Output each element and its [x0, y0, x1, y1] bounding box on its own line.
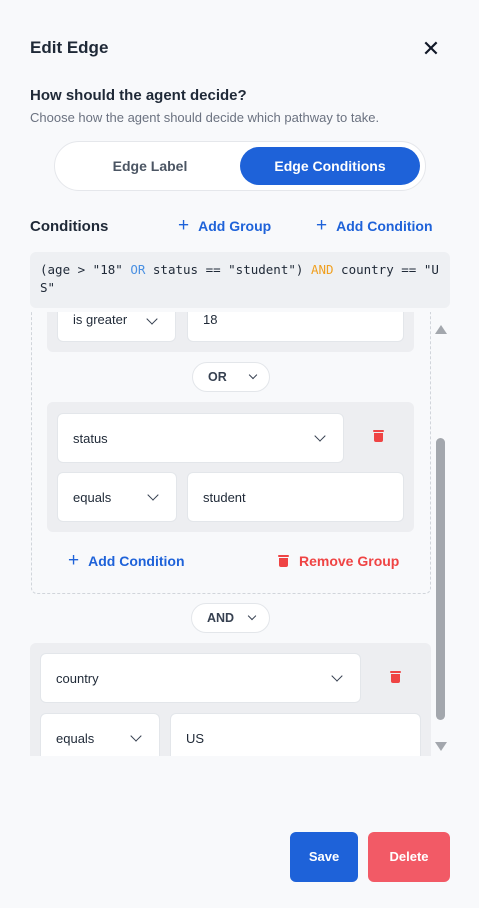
scroll-down-arrow-icon[interactable] [435, 742, 447, 751]
operator-value: is greater [73, 312, 128, 327]
conditions-title: Conditions [30, 218, 109, 235]
dialog-title: Edit Edge [30, 38, 109, 57]
value-input[interactable]: US [170, 713, 421, 756]
chevron-down-icon [147, 489, 159, 501]
question-subtitle: Choose how the agent should decide which… [30, 110, 380, 125]
value-text: 18 [203, 312, 218, 327]
trash-icon[interactable] [373, 430, 384, 442]
operator-value: equals [73, 489, 112, 505]
tab-edge-conditions[interactable]: Edge Conditions [240, 147, 420, 185]
operator-select[interactable]: equals [57, 472, 177, 522]
expr-part: (age > "18" [40, 262, 131, 277]
plus-icon: + [316, 215, 328, 236]
add-group-button[interactable]: + Add Group [178, 215, 272, 236]
plus-icon: + [178, 215, 190, 236]
remove-group-label: Remove Group [299, 553, 400, 569]
add-group-label: Add Group [198, 218, 272, 234]
save-button[interactable]: Save [290, 832, 358, 882]
expr-part: status == "student") [145, 262, 311, 277]
remove-group-button[interactable]: Remove Group [278, 553, 399, 569]
trash-icon [278, 555, 289, 567]
add-condition-label: Add Condition [88, 553, 185, 569]
value-text: student [203, 489, 246, 505]
chevron-down-icon [331, 670, 343, 682]
and-joiner-select[interactable]: AND [191, 603, 270, 633]
plus-icon: + [68, 550, 80, 571]
value-input[interactable]: student [187, 472, 404, 522]
conditions-scroll-area[interactable]: is greater 18 OR status equals student +… [30, 312, 432, 756]
chevron-down-icon [146, 313, 158, 325]
joiner-label: AND [207, 611, 235, 625]
expr-or-keyword: OR [130, 262, 146, 277]
field-select[interactable]: country [40, 653, 361, 703]
add-condition-button[interactable]: + Add Condition [316, 215, 433, 236]
field-select[interactable]: status [57, 413, 344, 463]
scrollbar-thumb[interactable] [436, 438, 445, 720]
value-text: US [186, 730, 205, 746]
expression-preview: (age > "18" OR status == "student") AND … [30, 252, 450, 308]
close-icon[interactable]: ✕ [421, 38, 441, 60]
joiner-label: OR [208, 370, 227, 384]
question-title: How should the agent decide? [30, 87, 247, 104]
chevron-down-icon [314, 430, 326, 442]
scroll-up-arrow-icon[interactable] [435, 325, 447, 334]
tab-edge-label[interactable]: Edge Label [62, 147, 238, 185]
trash-icon[interactable] [390, 671, 401, 683]
chevron-down-icon [248, 370, 258, 380]
add-condition-label: Add Condition [336, 218, 433, 234]
chevron-down-icon [130, 730, 142, 742]
chevron-down-icon [247, 611, 257, 621]
or-joiner-select[interactable]: OR [192, 362, 270, 392]
field-value: country [56, 670, 99, 686]
group-add-condition-button[interactable]: + Add Condition [68, 550, 185, 571]
operator-select[interactable]: is greater [57, 312, 176, 342]
operator-value: equals [56, 730, 95, 746]
field-value: status [73, 430, 108, 446]
value-input[interactable]: 18 [187, 312, 404, 342]
operator-select[interactable]: equals [40, 713, 160, 756]
expr-and-keyword: AND [310, 262, 334, 277]
delete-button[interactable]: Delete [368, 832, 450, 882]
